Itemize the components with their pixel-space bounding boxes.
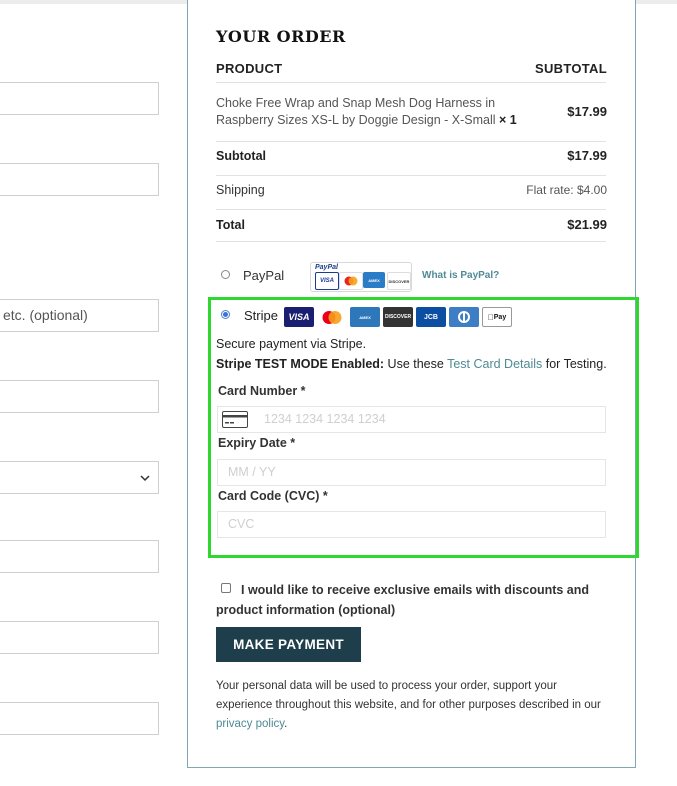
marketing-consent-label[interactable]: I would like to receive exclusive emails…	[216, 580, 596, 620]
test-mode-pre: Use these	[384, 357, 448, 371]
apple-pay-icon: Pay	[482, 307, 512, 327]
billing-input-6[interactable]	[0, 540, 159, 573]
billing-input-2[interactable]	[0, 163, 159, 196]
shipping-label: Shipping	[216, 183, 265, 197]
make-payment-button[interactable]: MAKE PAYMENT	[216, 627, 361, 662]
diners-club-icon	[449, 307, 479, 327]
item-name-text: Choke Free Wrap and Snap Mesh Dog Harnes…	[216, 96, 496, 127]
cvc-placeholder: CVC	[228, 517, 255, 531]
billing-input-8[interactable]	[0, 702, 159, 735]
test-mode-post: for Testing.	[542, 357, 607, 371]
order-title: YOUR ORDER	[216, 27, 346, 46]
test-mode-notice: Stripe TEST MODE Enabled: Use these Test…	[216, 357, 607, 371]
visa-icon: VISA	[284, 307, 314, 327]
billing-address2-input[interactable]: etc. (optional)	[0, 299, 159, 332]
paypal-acceptance-mark: PayPal VISA AMEX DISCOVER	[310, 262, 412, 292]
address2-placeholder: etc. (optional)	[3, 307, 88, 323]
amex-icon: AMEX	[363, 272, 385, 288]
item-quantity: × 1	[499, 113, 517, 127]
privacy-period: .	[284, 718, 288, 730]
discover-icon: DISCOVER	[387, 272, 411, 290]
item-price: $17.99	[567, 104, 607, 119]
discover-icon: DISCOVER	[383, 307, 413, 327]
paypal-logo: PayPal	[315, 264, 338, 271]
chevron-down-icon	[140, 474, 150, 481]
billing-input-1[interactable]	[0, 82, 159, 115]
paypal-radio[interactable]	[221, 270, 230, 279]
mastercard-icon	[317, 307, 347, 327]
privacy-policy-link[interactable]: privacy policy	[216, 718, 284, 730]
divider	[216, 175, 606, 176]
jcb-icon: JCB	[416, 307, 446, 327]
total-value: $21.99	[567, 217, 607, 232]
test-mode-label: Stripe TEST MODE Enabled:	[216, 357, 385, 371]
billing-input-7[interactable]	[0, 621, 159, 654]
shipping-value: Flat rate: $4.00	[526, 183, 607, 197]
divider	[216, 141, 606, 142]
expiry-date-label: Expiry Date *	[218, 436, 296, 450]
what-is-paypal-link[interactable]: What is PayPal?	[422, 270, 499, 281]
secure-payment-text: Secure payment via Stripe.	[216, 337, 367, 351]
test-card-details-link[interactable]: Test Card Details	[447, 357, 542, 371]
product-column-header: PRODUCT	[216, 61, 283, 76]
visa-icon: VISA	[315, 272, 339, 290]
stripe-radio[interactable]	[221, 310, 230, 319]
card-number-label: Card Number *	[218, 384, 306, 398]
mastercard-icon	[339, 272, 363, 290]
total-label: Total	[216, 218, 245, 232]
amex-icon: AMEX	[350, 307, 380, 327]
expiry-date-field[interactable]: MM / YY	[217, 459, 606, 486]
stripe-label[interactable]: Stripe	[244, 308, 278, 323]
cvc-field[interactable]: CVC	[217, 511, 606, 538]
billing-input-4[interactable]	[0, 380, 159, 413]
subtotal-column-header: SUBTOTAL	[535, 61, 607, 76]
order-item-name: Choke Free Wrap and Snap Mesh Dog Harnes…	[216, 95, 526, 129]
apple-pay-text: Pay	[490, 313, 506, 321]
cvc-label: Card Code (CVC) *	[218, 489, 328, 503]
subtotal-label: Subtotal	[216, 149, 266, 163]
billing-state-select[interactable]	[0, 461, 159, 494]
privacy-text: Your personal data will be used to proce…	[216, 680, 601, 711]
divider	[216, 241, 606, 242]
credit-card-icon	[222, 411, 248, 428]
expiry-placeholder: MM / YY	[228, 465, 276, 479]
paypal-label[interactable]: PayPal	[243, 268, 284, 283]
subtotal-value: $17.99	[567, 148, 607, 163]
card-number-placeholder: 1234 1234 1234 1234	[264, 412, 386, 426]
privacy-notice: Your personal data will be used to proce…	[216, 677, 611, 734]
card-number-field[interactable]: 1234 1234 1234 1234	[217, 406, 606, 433]
divider	[216, 82, 606, 83]
divider	[216, 209, 606, 210]
